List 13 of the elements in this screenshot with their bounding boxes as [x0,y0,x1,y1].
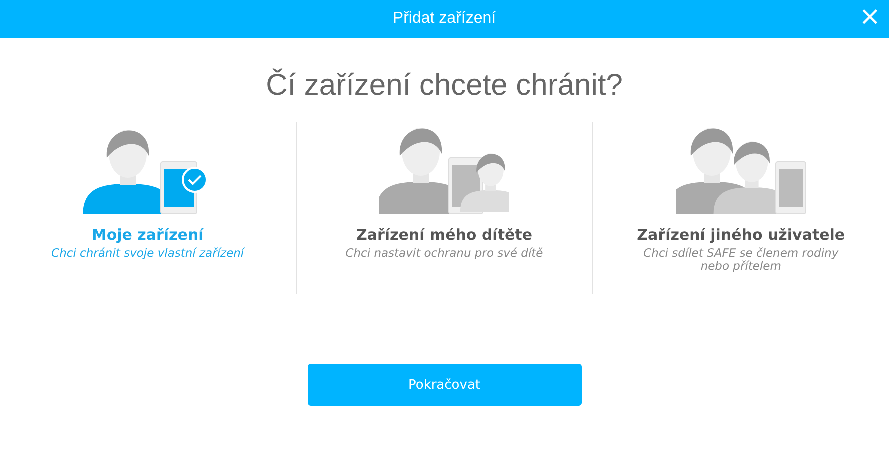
close-button[interactable]: × [857,4,883,30]
option-title: Zařízení mého dítěte [356,226,533,244]
heading: Čí zařízení chcete chránit? [265,68,624,104]
window-title: Přidat zařízení [392,10,496,28]
device-option[interactable]: Zařízení mého dítěte Chci nastavit ochranu pro své dítě [296,122,592,294]
device-option[interactable]: Moje zařízení Chci chránit svoje vlastní zařízení [0,122,296,294]
option-description: Chci chránit svoje vlastní zařízení [52,247,244,260]
option-title: Moje zařízení [92,226,204,244]
option-description: Chci sdílet SAFE se členem rodiny nebo přítelem [642,247,840,273]
option-description: Chci nastavit ochranu pro své dítě [346,247,544,260]
option-title: Zařízení jiného uživatele [637,226,846,244]
device-option[interactable]: Zařízení jiného uživatele Chci sdílet SAFE se členem rodiny nebo přítelem [593,122,889,294]
continue-button[interactable]: Pokračovat [308,364,582,406]
